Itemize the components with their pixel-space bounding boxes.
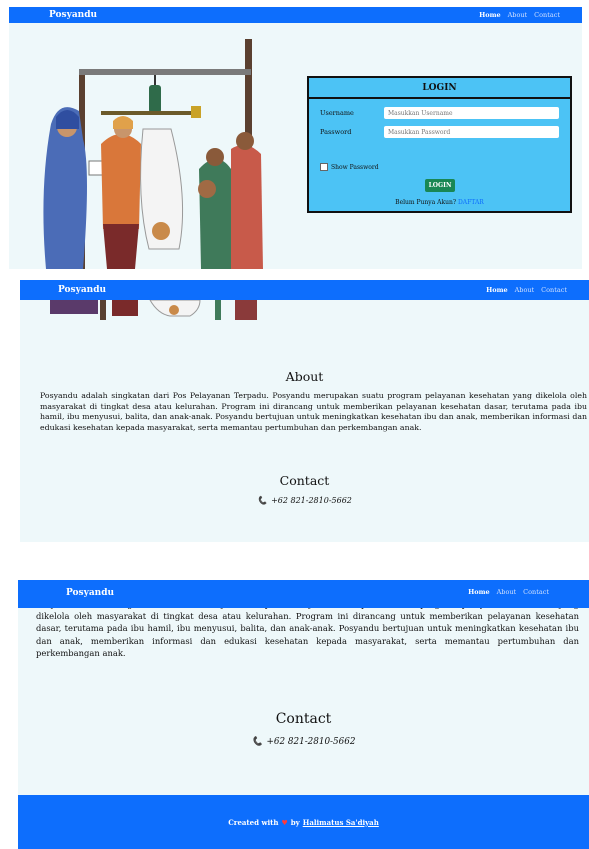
username-label: Username [320, 109, 354, 117]
navbar: Posyandu Home About Contact [18, 580, 589, 608]
footer-screen: Posyandu adalah singkatan dari Pos Pelay… [18, 580, 589, 849]
brand-logo[interactable]: Posyandu [58, 285, 106, 295]
login-title: LOGIN [309, 78, 570, 99]
phone-icon: 📞 [257, 496, 268, 505]
phone-number: +62 821-2810-5662 [266, 737, 356, 747]
nav-contact-link[interactable]: Contact [523, 588, 549, 596]
footer-author-link[interactable]: Halimatus Sa'diyah [303, 818, 379, 827]
nav-about-link[interactable]: About [497, 588, 517, 596]
about-paragraph: Posyandu adalah singkatan dari Pos Pelay… [40, 391, 587, 432]
nav-home-link[interactable]: Home [486, 286, 508, 294]
contact-phone: 📞 +62 821-2810-5662 [18, 737, 589, 747]
nav-home-link[interactable]: Home [479, 11, 501, 19]
password-row: Password [320, 126, 559, 138]
about-title: About [285, 369, 324, 384]
show-password-label: Show Password [331, 163, 379, 171]
login-card: LOGIN Username Password Show Password LO… [307, 76, 572, 213]
show-password-toggle[interactable]: Show Password [320, 163, 379, 171]
username-input[interactable] [384, 107, 559, 119]
phone-number: +62 821-2810-5662 [271, 496, 352, 505]
password-label: Password [320, 128, 352, 136]
nav-home-link[interactable]: Home [468, 588, 490, 596]
contact-title: Contact [279, 473, 330, 488]
contact-phone: 📞 +62 821-2810-5662 [20, 496, 589, 505]
login-button[interactable]: LOGIN [425, 179, 455, 192]
posyandu-weighing-illustration [43, 39, 263, 269]
footer: Created with ♥ by Halimatus Sa'diyah [18, 795, 589, 849]
username-row: Username [320, 107, 559, 119]
nav-links: Home About Contact [479, 11, 560, 19]
nav-links: Home About Contact [486, 286, 567, 294]
register-prompt-text: Belum Punya Akun? [395, 199, 457, 206]
password-input[interactable] [384, 126, 559, 138]
show-password-checkbox[interactable] [320, 163, 328, 171]
nav-contact-link[interactable]: Contact [541, 286, 567, 294]
phone-icon: 📞 [251, 737, 263, 747]
footer-created-text: Created with [228, 817, 279, 827]
home-screen: Posyandu Home About Contact LOGIN Userna… [9, 7, 582, 269]
heart-icon: ♥ [281, 817, 288, 827]
nav-contact-link[interactable]: Contact [534, 11, 560, 19]
register-link[interactable]: DAFTAR [458, 199, 484, 206]
register-prompt: Belum Punya Akun? DAFTAR [309, 199, 570, 206]
nav-links: Home About Contact [468, 588, 549, 596]
contact-title: Contact [275, 711, 332, 727]
nav-about-link[interactable]: About [508, 11, 528, 19]
about-screen: Posyandu Home About Contact About Posyan… [20, 280, 589, 542]
navbar: Posyandu Home About Contact [20, 280, 589, 300]
illustration-fragment [50, 300, 257, 320]
footer-by-text: by [290, 817, 300, 827]
brand-logo[interactable]: Posyandu [66, 588, 114, 598]
nav-about-link[interactable]: About [515, 286, 535, 294]
brand-logo[interactable]: Posyandu [49, 10, 97, 20]
navbar: Posyandu Home About Contact [9, 7, 582, 23]
